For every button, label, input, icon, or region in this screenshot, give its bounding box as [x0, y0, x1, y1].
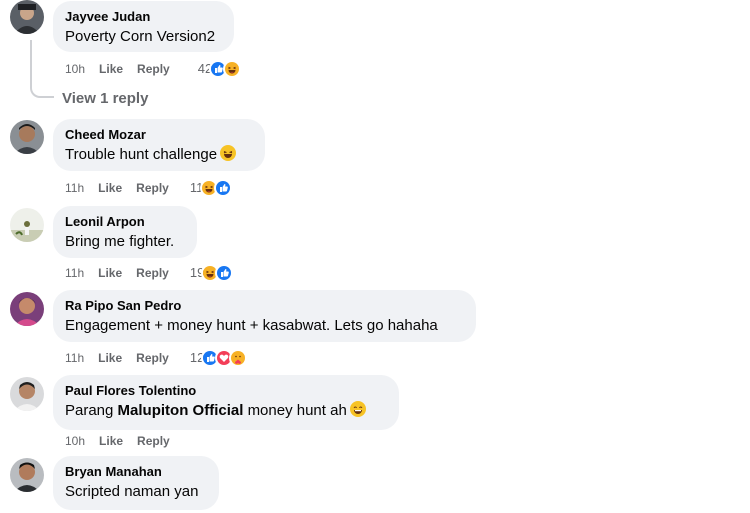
laughing-emoji-icon: [220, 145, 237, 161]
like-button[interactable]: Like: [98, 180, 122, 196]
reply-button[interactable]: Reply: [136, 180, 169, 196]
comment-timestamp[interactable]: 11h: [65, 350, 84, 366]
comment-author[interactable]: Cheed Mozar: [65, 127, 253, 143]
avatar[interactable]: [10, 0, 44, 34]
comment-actions: 10h Like Reply 42: [65, 60, 242, 78]
comment-actions: 11h Like Reply 11: [65, 179, 233, 197]
comment-text: Engagement + money hunt + kasabwat. Lets…: [65, 317, 438, 334]
comment-bubble: Leonil Arpon Bring me fighter.: [53, 206, 197, 258]
comment-timestamp[interactable]: 11h: [65, 180, 84, 196]
comment-author[interactable]: Paul Flores Tolentino: [65, 383, 387, 399]
comment-text: Scripted naman yan: [65, 483, 199, 500]
reply-button[interactable]: Reply: [136, 350, 169, 366]
comment-author[interactable]: Jayvee Judan: [65, 9, 222, 25]
smiling-emoji-icon: [349, 401, 366, 417]
comment-bubble: Jayvee Judan Poverty Corn Version2: [53, 1, 234, 52]
avatar[interactable]: [10, 120, 44, 154]
avatar[interactable]: [10, 208, 44, 242]
comment-timestamp[interactable]: 10h: [65, 61, 85, 77]
comment-author[interactable]: Ra Pipo San Pedro: [65, 298, 464, 314]
comment-timestamp[interactable]: 10h: [65, 433, 85, 449]
comment-timestamp[interactable]: 11h: [65, 265, 84, 281]
comment-author[interactable]: Bryan Manahan: [65, 464, 207, 480]
view-replies-link[interactable]: View 1 reply: [62, 90, 148, 107]
mention-link[interactable]: Malupiton Official: [118, 402, 244, 419]
comment-bubble: Bryan Manahan Scripted naman yan: [53, 456, 219, 510]
avatar[interactable]: [10, 292, 44, 326]
comment-author[interactable]: Leonil Arpon: [65, 214, 185, 230]
comment-text: Trouble hunt challenge: [65, 145, 253, 164]
like-button[interactable]: Like: [99, 61, 123, 77]
reactions-summary[interactable]: 19: [190, 264, 234, 282]
comment-bubble: Ra Pipo San Pedro Engagement + money hun…: [53, 290, 476, 342]
comment-bubble: Cheed Mozar Trouble hunt challenge: [53, 119, 265, 171]
reply-button[interactable]: Reply: [137, 61, 170, 77]
avatar[interactable]: [10, 377, 44, 411]
comment-text: Poverty Corn Version2: [65, 28, 216, 45]
comment-text: Parang Malupiton Official money hunt ah: [65, 401, 387, 420]
comment-actions: 11h Like Reply 19: [65, 264, 234, 282]
like-icon: [214, 179, 233, 197]
reactions-summary[interactable]: 12: [190, 349, 248, 367]
like-button[interactable]: Like: [98, 350, 122, 366]
comment-actions: 11h Like Reply 12: [65, 349, 248, 367]
avatar[interactable]: [10, 458, 44, 492]
like-button[interactable]: Like: [98, 265, 122, 281]
comment-text: Bring me fighter.: [65, 233, 175, 250]
haha-icon: [223, 60, 242, 78]
care-icon: [229, 349, 248, 367]
like-button[interactable]: Like: [99, 433, 123, 449]
reply-thread-line: [30, 40, 54, 98]
reply-button[interactable]: Reply: [137, 433, 170, 449]
reply-button[interactable]: Reply: [136, 265, 169, 281]
like-icon: [215, 264, 234, 282]
comment-bubble: Paul Flores Tolentino Parang Malupiton O…: [53, 375, 399, 430]
reactions-summary[interactable]: 42: [198, 60, 242, 78]
comment-actions: 10h Like Reply: [65, 433, 184, 449]
reactions-summary[interactable]: 11: [190, 179, 233, 197]
